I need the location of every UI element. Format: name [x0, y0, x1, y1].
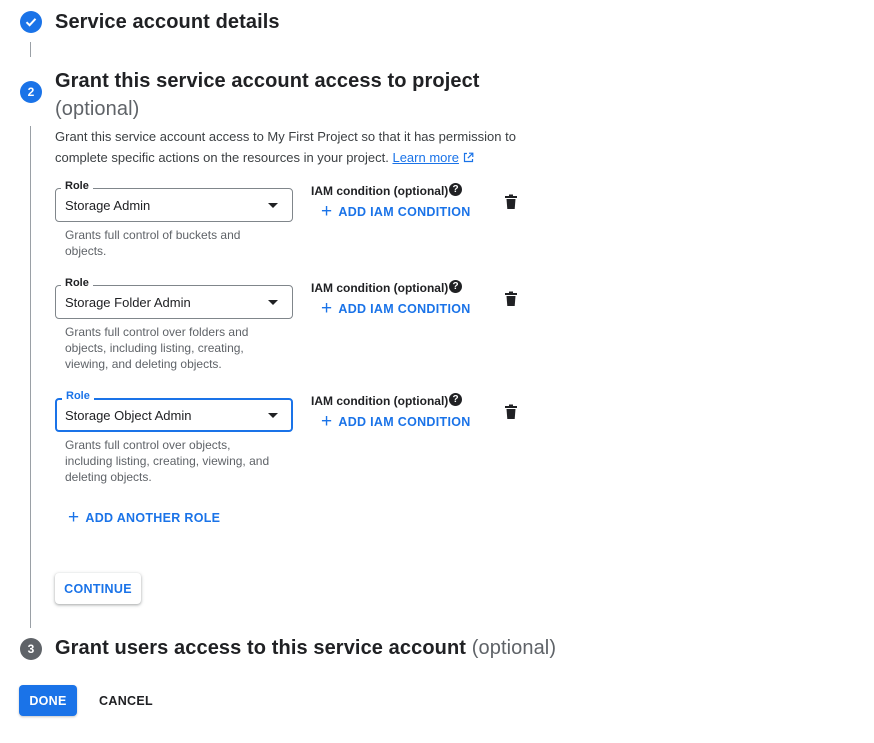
iam-condition-label-3: IAM condition (optional) — [311, 394, 449, 408]
role-value: Storage Object Admin — [65, 408, 192, 423]
dropdown-arrow-icon — [268, 203, 278, 208]
role-hint-2: Grants full control over folders and obj… — [65, 325, 249, 371]
trash-icon[interactable] — [504, 291, 518, 307]
trash-icon[interactable] — [504, 404, 518, 420]
role-value: Storage Admin — [65, 198, 151, 213]
step-2-connector — [30, 126, 31, 628]
plus-icon: + — [321, 201, 333, 222]
dropdown-arrow-icon — [268, 300, 278, 305]
step-2-description: Grant this service account access to My … — [55, 127, 535, 168]
done-button[interactable]: DONE — [19, 685, 77, 716]
add-iam-condition-label: ADD IAM CONDITION — [338, 205, 471, 219]
plus-icon: + — [321, 298, 333, 319]
help-icon[interactable]: ? — [449, 280, 462, 293]
iam-condition-label-2: IAM condition (optional) — [311, 281, 449, 295]
add-iam-condition-button-2[interactable]: + ADD IAM CONDITION — [321, 298, 471, 319]
role-label: Role — [62, 390, 94, 402]
role-value: Storage Folder Admin — [65, 295, 191, 310]
step-2-number: 2 — [20, 81, 42, 103]
role-label: Role — [61, 277, 93, 289]
add-iam-condition-button-3[interactable]: + ADD IAM CONDITION — [321, 411, 471, 432]
help-icon[interactable]: ? — [449, 183, 462, 196]
add-iam-condition-label: ADD IAM CONDITION — [338, 302, 471, 316]
step-3-optional-label: (optional) — [471, 637, 557, 659]
step-1-title[interactable]: Service account details — [55, 11, 280, 34]
plus-icon: + — [68, 507, 80, 528]
step-3-title-text: Grant users access to this service accou… — [55, 637, 467, 659]
add-another-role-label: ADD ANOTHER ROLE — [85, 511, 221, 525]
role-select-1[interactable]: Role Storage Admin — [55, 180, 293, 222]
step-2-title: Grant this service account access to pro… — [55, 67, 575, 123]
step-1-complete-icon — [20, 11, 42, 33]
role-hint-1: Grants full control of buckets and objec… — [65, 228, 241, 258]
add-iam-condition-button-1[interactable]: + ADD IAM CONDITION — [321, 201, 471, 222]
step-1-title-text: Service account details — [55, 11, 280, 33]
plus-icon: + — [321, 411, 333, 432]
role-select-3[interactable]: Role Storage Object Admin — [55, 390, 293, 432]
step-3-title[interactable]: Grant users access to this service accou… — [55, 637, 556, 660]
iam-condition-label-1: IAM condition (optional) — [311, 184, 449, 198]
dropdown-arrow-icon — [268, 413, 278, 418]
learn-more-link[interactable]: Learn more — [392, 150, 458, 165]
role-hint-3: Grants full control over objects, includ… — [65, 438, 270, 484]
help-icon[interactable]: ? — [449, 393, 462, 406]
add-iam-condition-label: ADD IAM CONDITION — [338, 415, 471, 429]
cancel-button[interactable]: CANCEL — [92, 685, 160, 716]
external-link-icon — [463, 152, 473, 162]
step-3-number: 3 — [20, 638, 42, 660]
check-icon — [25, 18, 37, 27]
trash-icon[interactable] — [504, 194, 518, 210]
continue-button[interactable]: CONTINUE — [55, 573, 141, 604]
step-2-optional-label: (optional) — [55, 98, 140, 120]
step-2-title-text: Grant this service account access to pro… — [55, 70, 480, 92]
add-another-role-button[interactable]: + ADD ANOTHER ROLE — [68, 507, 221, 528]
step-connector — [30, 42, 31, 57]
role-select-2[interactable]: Role Storage Folder Admin — [55, 277, 293, 319]
role-label: Role — [61, 180, 93, 192]
